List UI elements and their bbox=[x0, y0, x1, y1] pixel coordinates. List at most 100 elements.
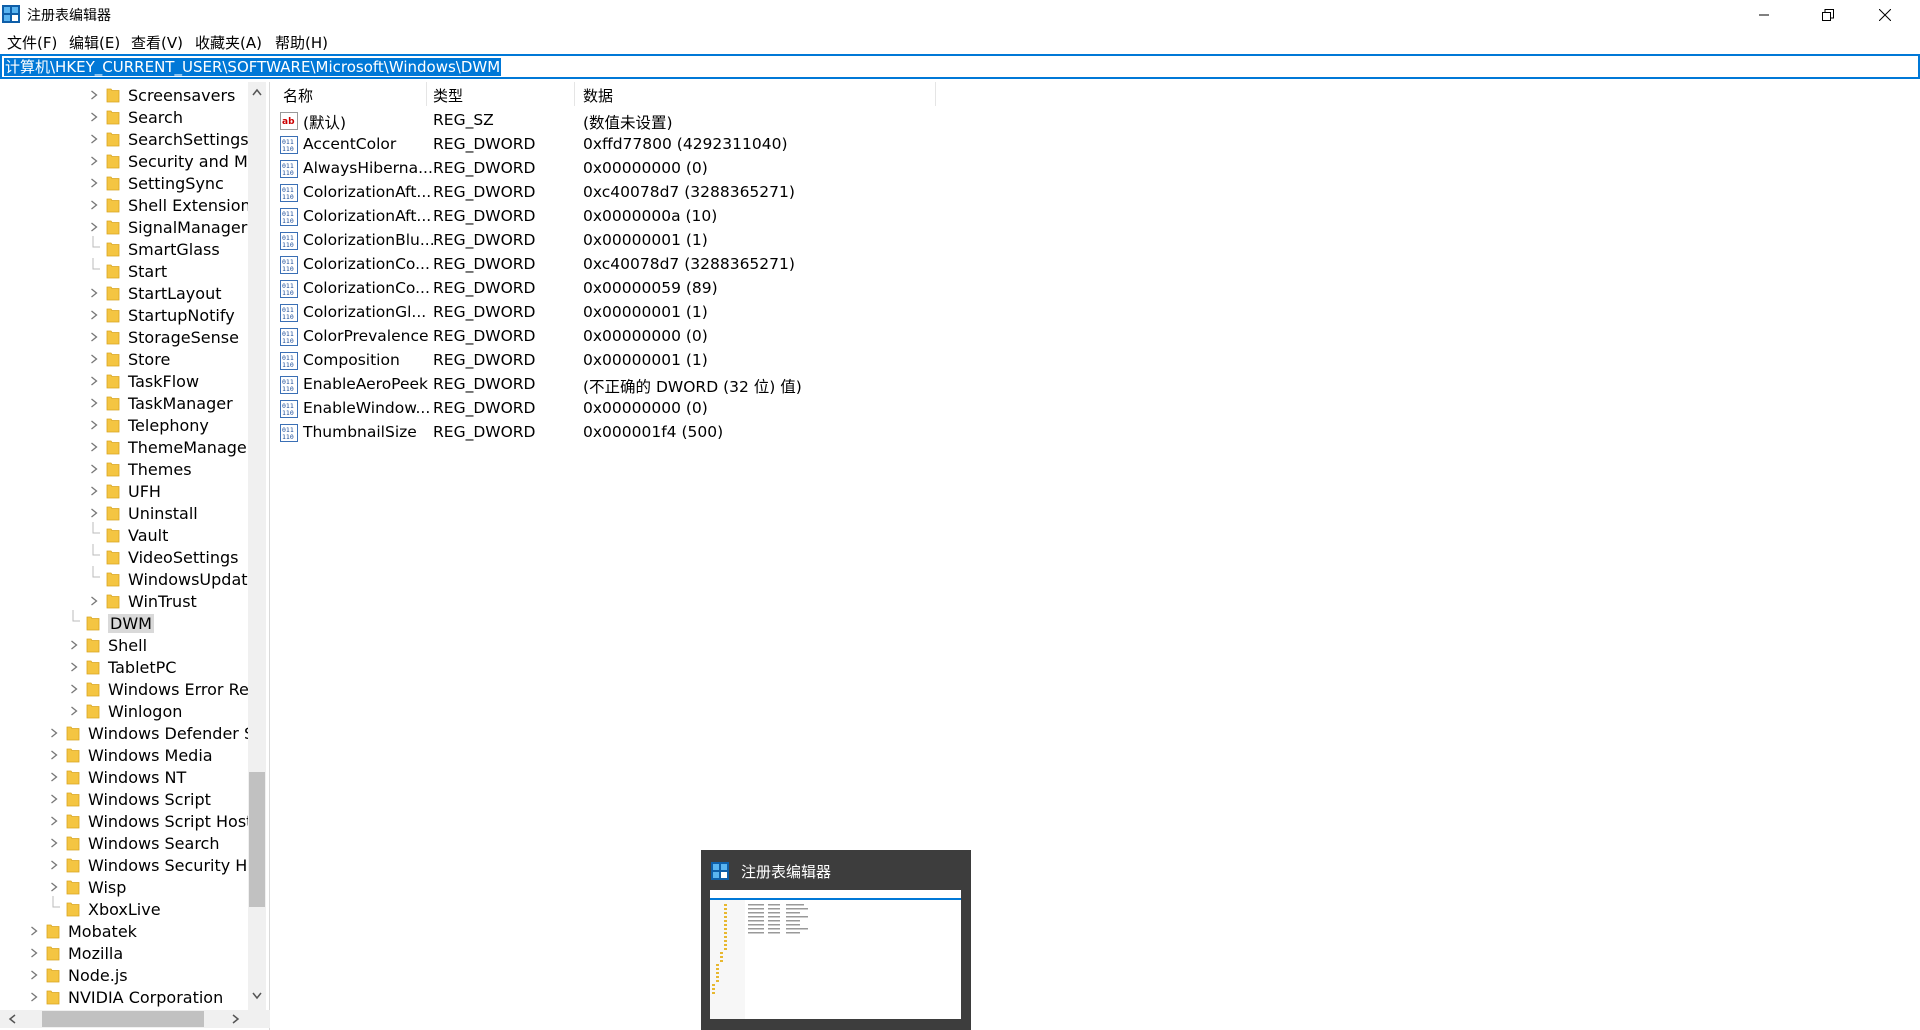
chevron-right-icon[interactable] bbox=[88, 463, 100, 475]
key-tree[interactable]: Screensavers Search SearchSettings Security… bbox=[0, 82, 270, 1030]
tree-item[interactable]: Start bbox=[88, 257, 167, 282]
chevron-right-icon[interactable] bbox=[88, 133, 100, 145]
column-divider[interactable] bbox=[426, 82, 427, 106]
chevron-right-icon[interactable] bbox=[88, 507, 100, 519]
menu-favorites[interactable]: 收藏夹(A) bbox=[195, 32, 262, 53]
chevron-right-icon[interactable] bbox=[28, 925, 40, 937]
address-path[interactable]: 计算机\HKEY_CURRENT_USER\SOFTWARE\Microsoft… bbox=[4, 58, 502, 76]
tree-item[interactable]: StartLayout bbox=[88, 282, 221, 304]
chevron-right-icon[interactable] bbox=[88, 155, 100, 167]
value-row[interactable]: 011 110 ColorizationBlu... REG_DWORD 0x00000… bbox=[275, 229, 1075, 253]
tree-item[interactable]: VideoSettings bbox=[88, 543, 238, 568]
minimize-button[interactable] bbox=[1741, 0, 1787, 29]
tree-item[interactable]: Telephony bbox=[88, 414, 209, 436]
tree-item[interactable]: ThemeManager bbox=[88, 436, 253, 458]
taskbar-preview[interactable]: 注册表编辑器 bbox=[701, 850, 971, 1030]
chevron-right-icon[interactable] bbox=[48, 859, 60, 871]
chevron-right-icon[interactable] bbox=[88, 595, 100, 607]
chevron-right-icon[interactable] bbox=[28, 969, 40, 981]
chevron-right-icon[interactable] bbox=[28, 947, 40, 959]
tree-item[interactable]: StartupNotify bbox=[88, 304, 235, 326]
chevron-right-icon[interactable] bbox=[88, 89, 100, 101]
value-row[interactable]: 011 110 ColorizationAft... REG_DWORD 0xc4007… bbox=[275, 181, 1075, 205]
tree-item[interactable]: TaskFlow bbox=[88, 370, 199, 392]
values-list[interactable]: 名称 类型 数据 ab (默认) REG_SZ (数值未设置) 011 110 Accent… bbox=[275, 82, 1920, 1030]
tree-item[interactable]: Search bbox=[88, 106, 183, 128]
value-row[interactable]: 011 110 EnableAeroPeek REG_DWORD (不正确的 DWORD… bbox=[275, 373, 1075, 397]
menu-view[interactable]: 查看(V) bbox=[131, 32, 183, 53]
value-row[interactable]: 011 110 EnableWindow... REG_DWORD 0x00000000… bbox=[275, 397, 1075, 421]
tree-item[interactable]: Security and Ma bbox=[88, 150, 258, 172]
chevron-right-icon[interactable] bbox=[88, 287, 100, 299]
tree-item[interactable]: Mobatek bbox=[28, 920, 137, 942]
tree-item[interactable]: TaskManager bbox=[88, 392, 233, 414]
restore-button[interactable] bbox=[1805, 0, 1851, 29]
value-row[interactable]: 011 110 ColorPrevalence REG_DWORD 0x00000000… bbox=[275, 325, 1075, 349]
tree-item[interactable]: Winlogon bbox=[68, 700, 182, 722]
chevron-right-icon[interactable] bbox=[48, 793, 60, 805]
tree-item[interactable]: Mozilla bbox=[28, 942, 123, 964]
tree-item[interactable]: Windows Security He bbox=[48, 854, 257, 876]
value-row[interactable]: 011 110 ColorizationAft... REG_DWORD 0x00000… bbox=[275, 205, 1075, 229]
tree-item[interactable]: Windows NT bbox=[48, 766, 186, 788]
tree-item[interactable]: Windows Error Rep bbox=[68, 678, 259, 700]
chevron-right-icon[interactable] bbox=[88, 199, 100, 211]
address-bar[interactable]: 计算机\HKEY_CURRENT_USER\SOFTWARE\Microsoft… bbox=[0, 54, 1920, 79]
chevron-right-icon[interactable] bbox=[88, 331, 100, 343]
chevron-right-icon[interactable] bbox=[68, 639, 80, 651]
column-name[interactable]: 名称 bbox=[283, 85, 313, 106]
value-row[interactable]: 011 110 AccentColor REG_DWORD 0xffd77800 (42… bbox=[275, 133, 1075, 157]
chevron-right-icon[interactable] bbox=[48, 727, 60, 739]
menu-help[interactable]: 帮助(H) bbox=[275, 32, 328, 53]
tree-item[interactable]: UFH bbox=[88, 480, 161, 502]
chevron-right-icon[interactable] bbox=[88, 309, 100, 321]
preview-thumbnail[interactable] bbox=[710, 890, 961, 1019]
tree-item[interactable]: Shell Extensions bbox=[88, 194, 259, 216]
value-row[interactable]: 011 110 Composition REG_DWORD 0x00000001 (1) bbox=[275, 349, 1075, 373]
chevron-right-icon[interactable] bbox=[48, 815, 60, 827]
tree-item[interactable]: Uninstall bbox=[88, 502, 198, 524]
column-data[interactable]: 数据 bbox=[583, 85, 613, 106]
value-row[interactable]: ab (默认) REG_SZ (数值未设置) bbox=[275, 109, 1075, 133]
tree-item[interactable]: Windows Search bbox=[48, 832, 219, 854]
scroll-down-icon[interactable] bbox=[252, 992, 262, 1000]
value-row[interactable]: 011 110 ColorizationGl... REG_DWORD 0x000000… bbox=[275, 301, 1075, 325]
column-divider[interactable] bbox=[574, 82, 575, 106]
chevron-right-icon[interactable] bbox=[88, 419, 100, 431]
column-divider[interactable] bbox=[935, 82, 936, 106]
close-button[interactable] bbox=[1862, 0, 1908, 29]
tree-item[interactable]: NVIDIA Corporation bbox=[28, 986, 223, 1008]
tree-item[interactable]: XboxLive bbox=[48, 895, 161, 920]
tree-item[interactable]: SearchSettings bbox=[88, 128, 249, 150]
value-row[interactable]: 011 110 ColorizationCo... REG_DWORD 0xc40078… bbox=[275, 253, 1075, 277]
scrollbar-thumb[interactable] bbox=[42, 1011, 204, 1027]
menu-edit[interactable]: 编辑(E) bbox=[69, 32, 120, 53]
tree-horizontal-scrollbar[interactable] bbox=[0, 1010, 270, 1028]
scrollbar-thumb[interactable] bbox=[249, 772, 265, 907]
chevron-right-icon[interactable] bbox=[88, 441, 100, 453]
tree-item[interactable]: Vault bbox=[88, 521, 168, 546]
tree-item[interactable]: Windows Script bbox=[48, 788, 211, 810]
tree-item[interactable]: SmartGlass bbox=[88, 235, 220, 260]
chevron-right-icon[interactable] bbox=[68, 683, 80, 695]
chevron-right-icon[interactable] bbox=[88, 485, 100, 497]
chevron-right-icon[interactable] bbox=[68, 661, 80, 673]
tree-item[interactable]: Store bbox=[88, 348, 170, 370]
tree-item[interactable]: DWM bbox=[68, 609, 154, 634]
tree-item[interactable]: Windows Media bbox=[48, 744, 213, 766]
tree-item[interactable]: SignalManager bbox=[88, 216, 247, 238]
tree-item[interactable]: WindowsUpdate bbox=[88, 565, 257, 590]
chevron-right-icon[interactable] bbox=[88, 375, 100, 387]
chevron-right-icon[interactable] bbox=[48, 881, 60, 893]
value-row[interactable]: 011 110 ColorizationCo... REG_DWORD 0x000000… bbox=[275, 277, 1075, 301]
menu-file[interactable]: 文件(F) bbox=[7, 32, 57, 53]
tree-item[interactable]: Node.js bbox=[28, 964, 128, 986]
chevron-right-icon[interactable] bbox=[88, 397, 100, 409]
scroll-right-icon[interactable] bbox=[232, 1014, 240, 1024]
tree-item[interactable]: Screensavers bbox=[88, 84, 235, 106]
chevron-right-icon[interactable] bbox=[88, 177, 100, 189]
scroll-up-icon[interactable] bbox=[252, 88, 262, 96]
tree-vertical-scrollbar[interactable] bbox=[248, 82, 266, 1010]
chevron-right-icon[interactable] bbox=[88, 111, 100, 123]
chevron-right-icon[interactable] bbox=[48, 771, 60, 783]
